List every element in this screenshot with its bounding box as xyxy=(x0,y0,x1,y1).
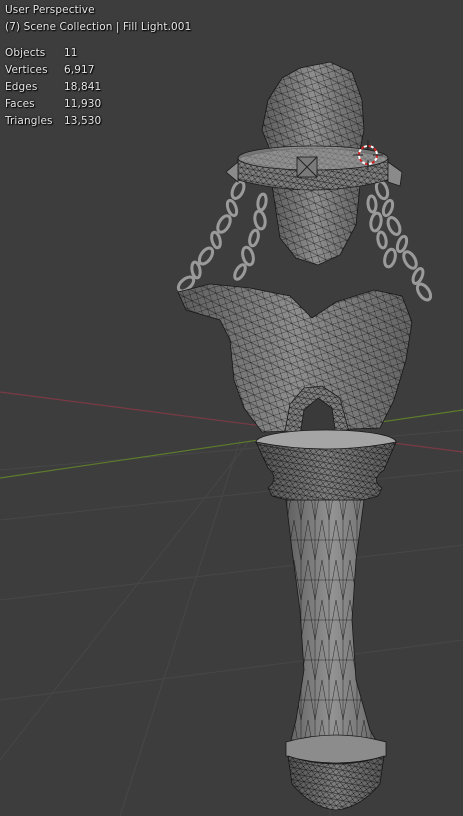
stat-value-faces: 11,930 xyxy=(64,98,102,110)
stat-value-edges: 18,841 xyxy=(64,81,102,93)
floor-grid xyxy=(0,429,463,816)
stat-label-triangles: Triangles xyxy=(5,115,53,127)
3d-viewport[interactable]: User Perspective (7) Scene Collection | … xyxy=(0,0,463,816)
viewport-text-overlay: User Perspective (7) Scene Collection | … xyxy=(5,2,191,130)
right-chain xyxy=(366,179,433,302)
mace-collar xyxy=(255,429,397,505)
collection-label: (7) Scene Collection | Fill Light.001 xyxy=(5,21,192,33)
stat-label-vertices: Vertices xyxy=(5,64,48,76)
left-chain xyxy=(176,180,268,293)
statistics-panel: Objects 11 Vertices 6,917 Edges 18,841 F… xyxy=(5,45,191,130)
perspective-label: User Perspective xyxy=(5,4,95,16)
stat-value-triangles: 13,530 xyxy=(64,115,102,127)
stat-label-edges: Edges xyxy=(5,81,38,93)
stat-label-faces: Faces xyxy=(5,98,35,110)
stat-value-objects: 11 xyxy=(64,47,78,59)
stat-value-vertices: 6,917 xyxy=(64,64,95,76)
mace-body xyxy=(177,283,413,437)
mace-handle xyxy=(285,499,387,811)
stat-label-objects: Objects xyxy=(5,47,46,59)
